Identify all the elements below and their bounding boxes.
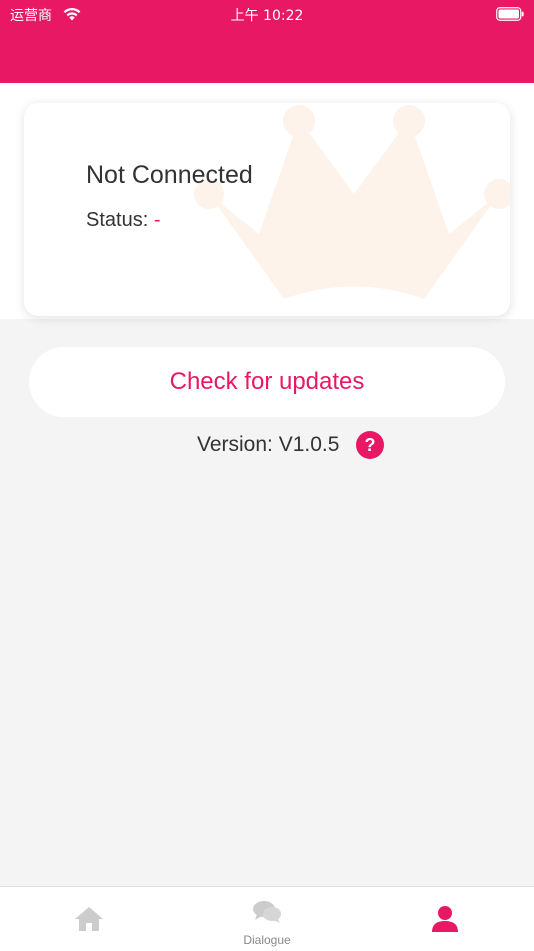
connection-status: Status: -: [86, 209, 160, 232]
tab-bar: Dialogue: [0, 886, 534, 951]
connection-card[interactable]: Not Connected Status: -: [24, 103, 510, 316]
chat-bubbles-icon: [253, 901, 281, 923]
battery-icon: [496, 7, 524, 21]
version-label: Version: V1.0.5: [197, 433, 340, 456]
clock: 上午 10:22: [230, 8, 304, 24]
tab-dialogue[interactable]: Dialogue: [178, 887, 356, 951]
status-value: -: [153, 209, 161, 231]
crown-watermark-icon: [194, 105, 510, 299]
tab-profile[interactable]: [356, 887, 534, 951]
connection-title: Not Connected: [86, 161, 253, 189]
help-icon[interactable]: ?: [356, 431, 384, 459]
home-icon: [75, 907, 103, 931]
version-row: Version: V1.0.5 ?: [0, 431, 534, 459]
tab-dialogue-label: Dialogue: [243, 933, 291, 947]
status-bar: 运营商 上午 10:22: [0, 0, 534, 30]
person-icon: [432, 906, 458, 932]
status-label: Status:: [86, 209, 154, 231]
check-updates-button[interactable]: Check for updates: [29, 347, 505, 417]
tab-home[interactable]: [0, 887, 178, 951]
